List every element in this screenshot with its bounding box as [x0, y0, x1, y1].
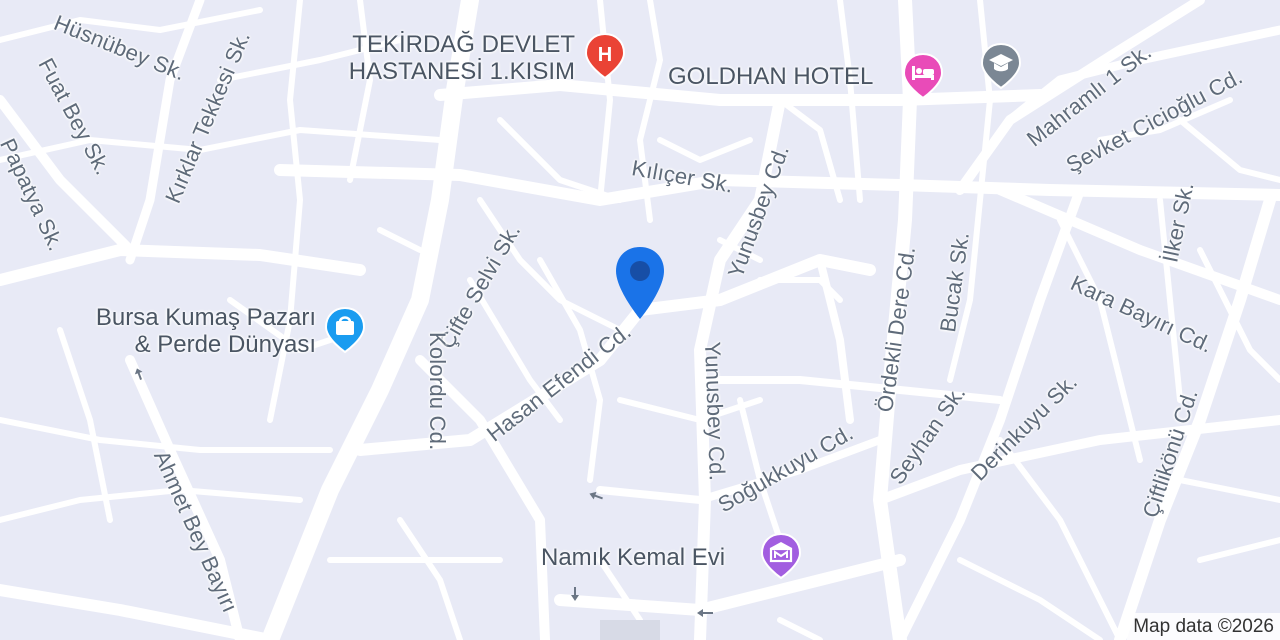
street-label-yunusbey-south: Yunusbey Cd. [700, 341, 730, 482]
map-canvas[interactable]: Hüsnübey Sk. Kırklar Tekkesi Sk. Fuat Be… [0, 0, 1280, 640]
poi-label-shop[interactable]: Bursa Kumaş Pazarı & Perde Dünyası [64, 304, 316, 358]
bed-icon[interactable] [902, 52, 944, 100]
museum-icon[interactable] [760, 532, 802, 580]
one-way-arrow-icon [697, 609, 713, 617]
one-way-arrow-icon [589, 491, 603, 500]
one-way-arrow-icon [571, 587, 579, 601]
school-icon[interactable] [980, 42, 1022, 90]
location-pin-icon[interactable] [613, 245, 667, 323]
svg-text:H: H [598, 44, 612, 66]
map-attribution[interactable]: Map data ©2026 [1127, 613, 1280, 640]
hospital-name-line1: TEKİRDAĞ DEVLET [352, 31, 575, 58]
shop-name-line1: Bursa Kumaş Pazarı [95, 304, 316, 331]
one-way-arrow-icon [134, 368, 143, 380]
hospital-name-line2: HASTANESİ 1.KISIM [348, 58, 575, 85]
poi-label-museum[interactable]: Namık Kemal Evi [541, 544, 725, 571]
street-label-kolordu: Kolordu Cd. [425, 332, 450, 451]
shopping-bag-icon[interactable] [324, 306, 366, 354]
shop-name-line2: & Perde Dünyası [134, 331, 316, 358]
poi-label-hotel[interactable]: GOLDHAN HOTEL [668, 63, 873, 90]
poi-label-hospital[interactable]: TEKİRDAĞ DEVLET HASTANESİ 1.KISIM [340, 31, 575, 85]
hospital-icon[interactable]: H [584, 32, 626, 80]
